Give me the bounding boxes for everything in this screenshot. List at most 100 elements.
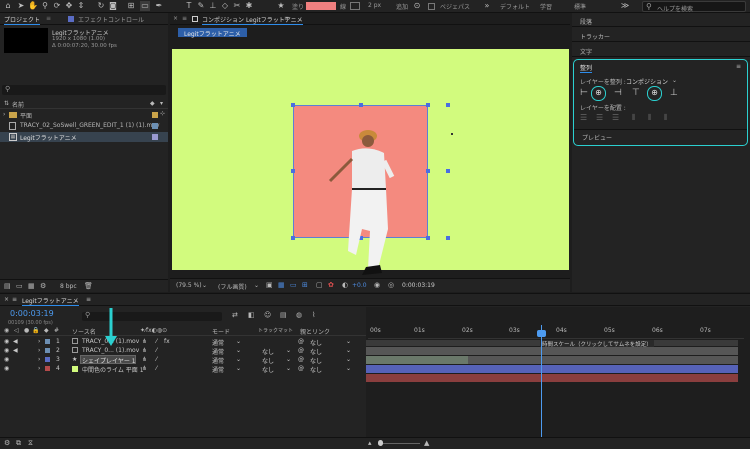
dolly-tool-icon[interactable]: ⇕ xyxy=(76,1,86,11)
pickwhip-icon[interactable]: @ xyxy=(298,356,304,363)
motion-blur-icon[interactable]: ◍ xyxy=(296,311,302,319)
fill-color-swatch[interactable] xyxy=(306,2,336,10)
align-top-icon[interactable]: ⊤ xyxy=(632,88,640,98)
table-row[interactable]: ◉ ◀ › 1 TRACY_0... (1).mov ⋔ ⁄ fx 通常 ⌄ @… xyxy=(0,337,366,347)
zoom-slider[interactable] xyxy=(380,443,420,444)
rotate-tool-icon[interactable]: ↻ xyxy=(96,1,106,11)
pickwhip-icon[interactable]: @ xyxy=(298,365,304,372)
name-column-header[interactable]: 名前 xyxy=(12,100,24,109)
bounding-handle[interactable] xyxy=(426,103,430,107)
chevron-down-icon[interactable]: ⌄ xyxy=(286,347,291,354)
layer-label-color[interactable] xyxy=(45,357,50,362)
resolution[interactable]: (フル画質) xyxy=(218,282,247,291)
brush-tool-icon[interactable]: ✎ xyxy=(196,1,206,11)
home-icon[interactable]: ⌂ xyxy=(3,1,13,11)
preview-panel-title[interactable]: プレビュー xyxy=(582,133,612,142)
shy-icon[interactable]: ⋔ xyxy=(142,365,147,372)
rectangle-tool-icon[interactable]: ▭ xyxy=(140,1,150,11)
zoom-in-icon[interactable]: ▲ xyxy=(424,439,429,447)
layer-track[interactable] xyxy=(366,356,468,364)
expand-icon[interactable]: ⧉ xyxy=(16,439,21,448)
disclosure-icon[interactable]: › xyxy=(3,111,5,118)
stroke-width[interactable]: 2 px xyxy=(368,2,381,9)
quality-icon[interactable]: ⁄ xyxy=(156,356,157,363)
pickwhip-icon[interactable]: @ xyxy=(298,347,304,354)
chevron-down-icon[interactable]: ⌄ xyxy=(672,77,677,84)
bounding-handle[interactable] xyxy=(446,103,450,107)
layer-label-color[interactable] xyxy=(45,339,50,344)
paragraph-panel-header[interactable]: 段落 xyxy=(572,13,750,27)
chevron-down-icon[interactable]: ⌄ xyxy=(346,347,351,354)
bounding-handle[interactable] xyxy=(291,236,295,240)
timeline-search-input[interactable]: ⚲ xyxy=(82,311,222,321)
bounding-handle[interactable] xyxy=(291,169,295,173)
comp-timecode[interactable]: 0:00:03:19 xyxy=(402,282,435,289)
chevron-down-icon[interactable]: ⌄ xyxy=(202,282,207,289)
distribute-vcenter-icon[interactable]: ☰ xyxy=(596,113,603,122)
frame-blending-icon[interactable]: ▤ xyxy=(280,311,287,319)
project-search-input[interactable]: ⚲ xyxy=(2,85,166,95)
source-name-header[interactable]: ソース名 xyxy=(72,327,96,336)
comp-canvas[interactable] xyxy=(172,49,569,275)
workspace-learn[interactable]: 学習 xyxy=(540,2,552,11)
layer-name[interactable]: TRACY_0... (1).mov xyxy=(82,347,139,354)
quality-icon[interactable]: ⁄ xyxy=(156,347,157,354)
eye-icon[interactable]: ◉ xyxy=(4,338,9,345)
anchor-point[interactable] xyxy=(451,133,453,135)
pan-tool-icon[interactable]: ✥ xyxy=(64,1,74,11)
time-ruler[interactable]: 00s 01s 02s 03s 04s 05s 06s 07s xyxy=(368,325,744,339)
layer-label-color[interactable] xyxy=(45,348,50,353)
chevron-down-icon[interactable]: ⌄ xyxy=(236,338,241,345)
align-right-icon[interactable]: ⊣ xyxy=(614,88,622,98)
distribute-left-icon[interactable]: ⦀ xyxy=(632,113,636,123)
align-left-icon[interactable]: ⊢ xyxy=(580,88,588,98)
chevron-down-icon[interactable]: ⌄ xyxy=(346,365,351,372)
add-label[interactable]: 追加 xyxy=(396,2,408,11)
help-search-box[interactable]: ⚲ ヘルプを検索 xyxy=(642,1,746,13)
shy-icon[interactable]: ⋔ xyxy=(142,347,147,354)
workspace-standard[interactable]: 標準 xyxy=(574,2,586,11)
settings-icon[interactable]: ⚙ xyxy=(4,439,10,447)
label-column-icon[interactable]: ◆ xyxy=(150,100,155,107)
color-channel-icon[interactable]: ✿ xyxy=(328,281,334,289)
zoom-out-icon[interactable]: ▴ xyxy=(368,439,372,447)
quality-icon[interactable]: ⁄ xyxy=(156,338,157,345)
type-column-icon[interactable]: ▾ xyxy=(160,100,163,107)
mask-visibility-icon[interactable]: ▭ xyxy=(290,281,297,289)
list-item[interactable]: › 平面 ⊹ xyxy=(0,110,168,120)
quality-icon[interactable]: ⁄ xyxy=(156,365,157,372)
roto-tool-icon[interactable]: ✂ xyxy=(232,1,242,11)
eye-icon[interactable]: ◉ xyxy=(4,365,9,372)
workspace-menu-icon[interactable]: ≫ xyxy=(620,1,630,11)
panel-menu-icon[interactable]: ≡ xyxy=(736,63,741,70)
tab-menu-icon[interactable]: ≡ xyxy=(86,296,91,303)
view-layout-icon[interactable]: ▢ xyxy=(316,281,323,289)
close-icon[interactable]: × xyxy=(173,15,178,22)
new-folder-icon[interactable]: ▭ xyxy=(16,282,23,290)
tracker-panel-header[interactable]: トラッカー xyxy=(572,28,750,42)
disclosure-icon[interactable]: › xyxy=(38,365,40,372)
layer-track[interactable] xyxy=(366,374,738,382)
transparency-grid-icon[interactable]: ▦ xyxy=(278,281,285,289)
bounding-handle[interactable] xyxy=(291,103,295,107)
distribute-hcenter-icon[interactable]: ⦀ xyxy=(648,113,652,123)
magnification[interactable]: (79.5 %) xyxy=(176,282,202,289)
layer-track[interactable] xyxy=(366,365,738,373)
star-icon[interactable]: ★ xyxy=(276,1,286,11)
speaker-icon[interactable]: ◀ xyxy=(13,338,18,345)
camera-tool-icon[interactable]: ◙ xyxy=(108,1,118,11)
chevron-down-icon[interactable]: ⌄ xyxy=(346,338,351,345)
align-horizontal-center-icon[interactable]: ⊕ xyxy=(591,86,606,101)
eye-icon[interactable]: ◉ xyxy=(4,347,9,354)
stamp-tool-icon[interactable]: ⊥ xyxy=(208,1,218,11)
tab-effect-controls[interactable]: エフェクトコントロール xyxy=(78,15,144,24)
render-time-icon[interactable]: ⧖ xyxy=(28,439,33,448)
layer-mode[interactable]: 通常 xyxy=(212,365,224,374)
distribute-top-icon[interactable]: ☰ xyxy=(580,113,587,122)
layer-label-color[interactable] xyxy=(45,366,50,371)
snapshot-icon[interactable]: ◉ xyxy=(374,281,380,289)
tab-menu-icon[interactable]: ≡ xyxy=(284,15,289,22)
distribute-right-icon[interactable]: ⦀ xyxy=(664,113,668,123)
list-item[interactable]: ▦ Legitフラットアニメ xyxy=(0,132,168,142)
chevron-down-icon[interactable]: ⌄ xyxy=(236,356,241,363)
